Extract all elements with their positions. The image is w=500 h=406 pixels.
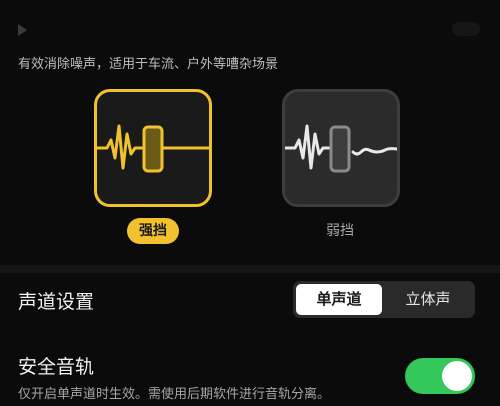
- safe-track-title: 安全音轨: [18, 356, 95, 378]
- safe-track-toggle[interactable]: [405, 358, 475, 394]
- channel-option-stereo[interactable]: 立体声: [385, 284, 471, 315]
- play-icon[interactable]: [18, 24, 27, 36]
- section-divider: [0, 265, 500, 273]
- top-bar: [0, 0, 500, 40]
- noise-reduction-settings-page: 有效消除噪声，适用于车流、户外等嘈杂场景 强挡 弱挡 声道设置 单声道 立体声 …: [0, 0, 500, 406]
- channel-segmented-control: 单声道 立体声: [293, 281, 475, 318]
- mode-option-weak[interactable]: [282, 89, 400, 207]
- safe-track-note: 仅开启单声道时生效。需使用后期软件进行音轨分离。: [18, 387, 331, 402]
- noise-reduction-description: 有效消除噪声，适用于车流、户外等嘈杂场景: [18, 57, 279, 72]
- channel-option-mono[interactable]: 单声道: [296, 284, 382, 315]
- channel-settings-title: 声道设置: [18, 291, 95, 313]
- top-right-control[interactable]: [452, 22, 480, 36]
- strong-waveform-icon: [97, 124, 209, 173]
- mode-label-weak[interactable]: 弱挡: [312, 218, 368, 244]
- weak-waveform-icon: [285, 124, 397, 173]
- mode-option-strong[interactable]: [94, 89, 212, 207]
- mode-label-strong[interactable]: 强挡: [127, 218, 179, 244]
- toggle-knob: [442, 361, 472, 391]
